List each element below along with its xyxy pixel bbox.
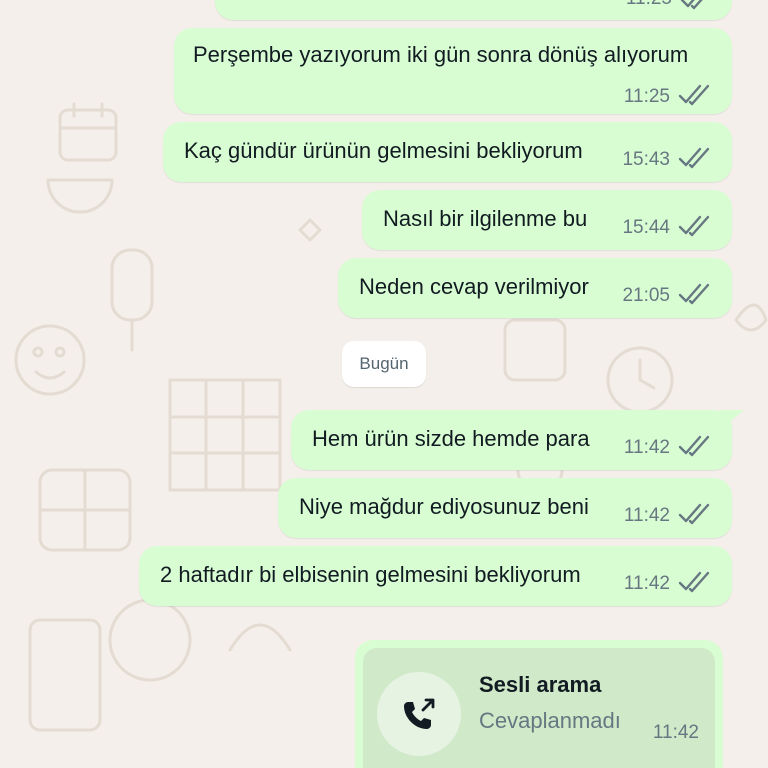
read-receipt-icon <box>678 215 710 237</box>
read-receipt-icon <box>678 147 710 169</box>
message-text: Hem ürün sizde hemde para <box>312 426 590 451</box>
message-time: 21:05 <box>622 285 670 306</box>
message-bubble[interactable]: Hem ürün sizde hemde para 11:42 <box>291 410 744 470</box>
message-text: Nasıl bir ilgilenme bu <box>383 206 588 231</box>
call-title: Sesli arama <box>479 672 602 697</box>
call-status: Cevaplanmadı <box>479 708 621 733</box>
message-bubble[interactable]: 11:25 <box>215 0 732 20</box>
message-bubble[interactable]: 2 haftadır bi elbisenin gelmesini bekliy… <box>139 546 732 606</box>
read-receipt-icon <box>678 435 710 457</box>
message-time: 11:42 <box>623 573 670 594</box>
message-bubble[interactable]: Neden cevap verilmiyor 21:05 <box>338 258 732 318</box>
message-text: Perşembe yazıyorum iki gün sonra dönüş a… <box>193 42 689 67</box>
read-receipt-icon <box>678 571 710 593</box>
message-bubble[interactable]: Kaç gündür ürünün gelmesini bekliyorum 1… <box>163 122 732 182</box>
call-time: 11:42 <box>652 722 699 743</box>
message-bubble[interactable]: Perşembe yazıyorum iki gün sonra dönüş a… <box>174 28 732 114</box>
read-receipt-icon <box>678 84 710 106</box>
message-time: 15:43 <box>622 149 670 170</box>
message-text: Neden cevap verilmiyor <box>359 274 589 299</box>
outgoing-call-icon <box>404 698 435 729</box>
read-receipt-icon <box>678 283 710 305</box>
message-time: 11:42 <box>623 437 670 458</box>
call-info-panel[interactable]: Sesli arama Cevaplanmadı 11:42 <box>363 648 715 768</box>
message-text: 2 haftadır bi elbisenin gelmesini bekliy… <box>160 562 581 587</box>
message-text: Niye mağdur ediyosunuz beni <box>299 494 589 519</box>
message-bubble[interactable]: Niye mağdur ediyosunuz beni 11:42 <box>278 478 732 538</box>
call-icon-badge <box>377 672 461 756</box>
message-time: 11:25 <box>623 86 670 107</box>
message-time: 11:42 <box>623 505 670 526</box>
read-receipt-icon <box>680 0 703 10</box>
voice-call-message[interactable]: Sesli arama Cevaplanmadı 11:42 <box>355 640 723 768</box>
date-separator: Bugün <box>342 341 426 387</box>
message-time: 11:25 <box>626 0 672 10</box>
message-text: Kaç gündür ürünün gelmesini bekliyorum <box>184 138 583 163</box>
read-receipt-icon <box>678 503 710 525</box>
message-bubble[interactable]: Nasıl bir ilgilenme bu 15:44 <box>362 190 732 250</box>
message-time: 15:44 <box>622 217 670 238</box>
